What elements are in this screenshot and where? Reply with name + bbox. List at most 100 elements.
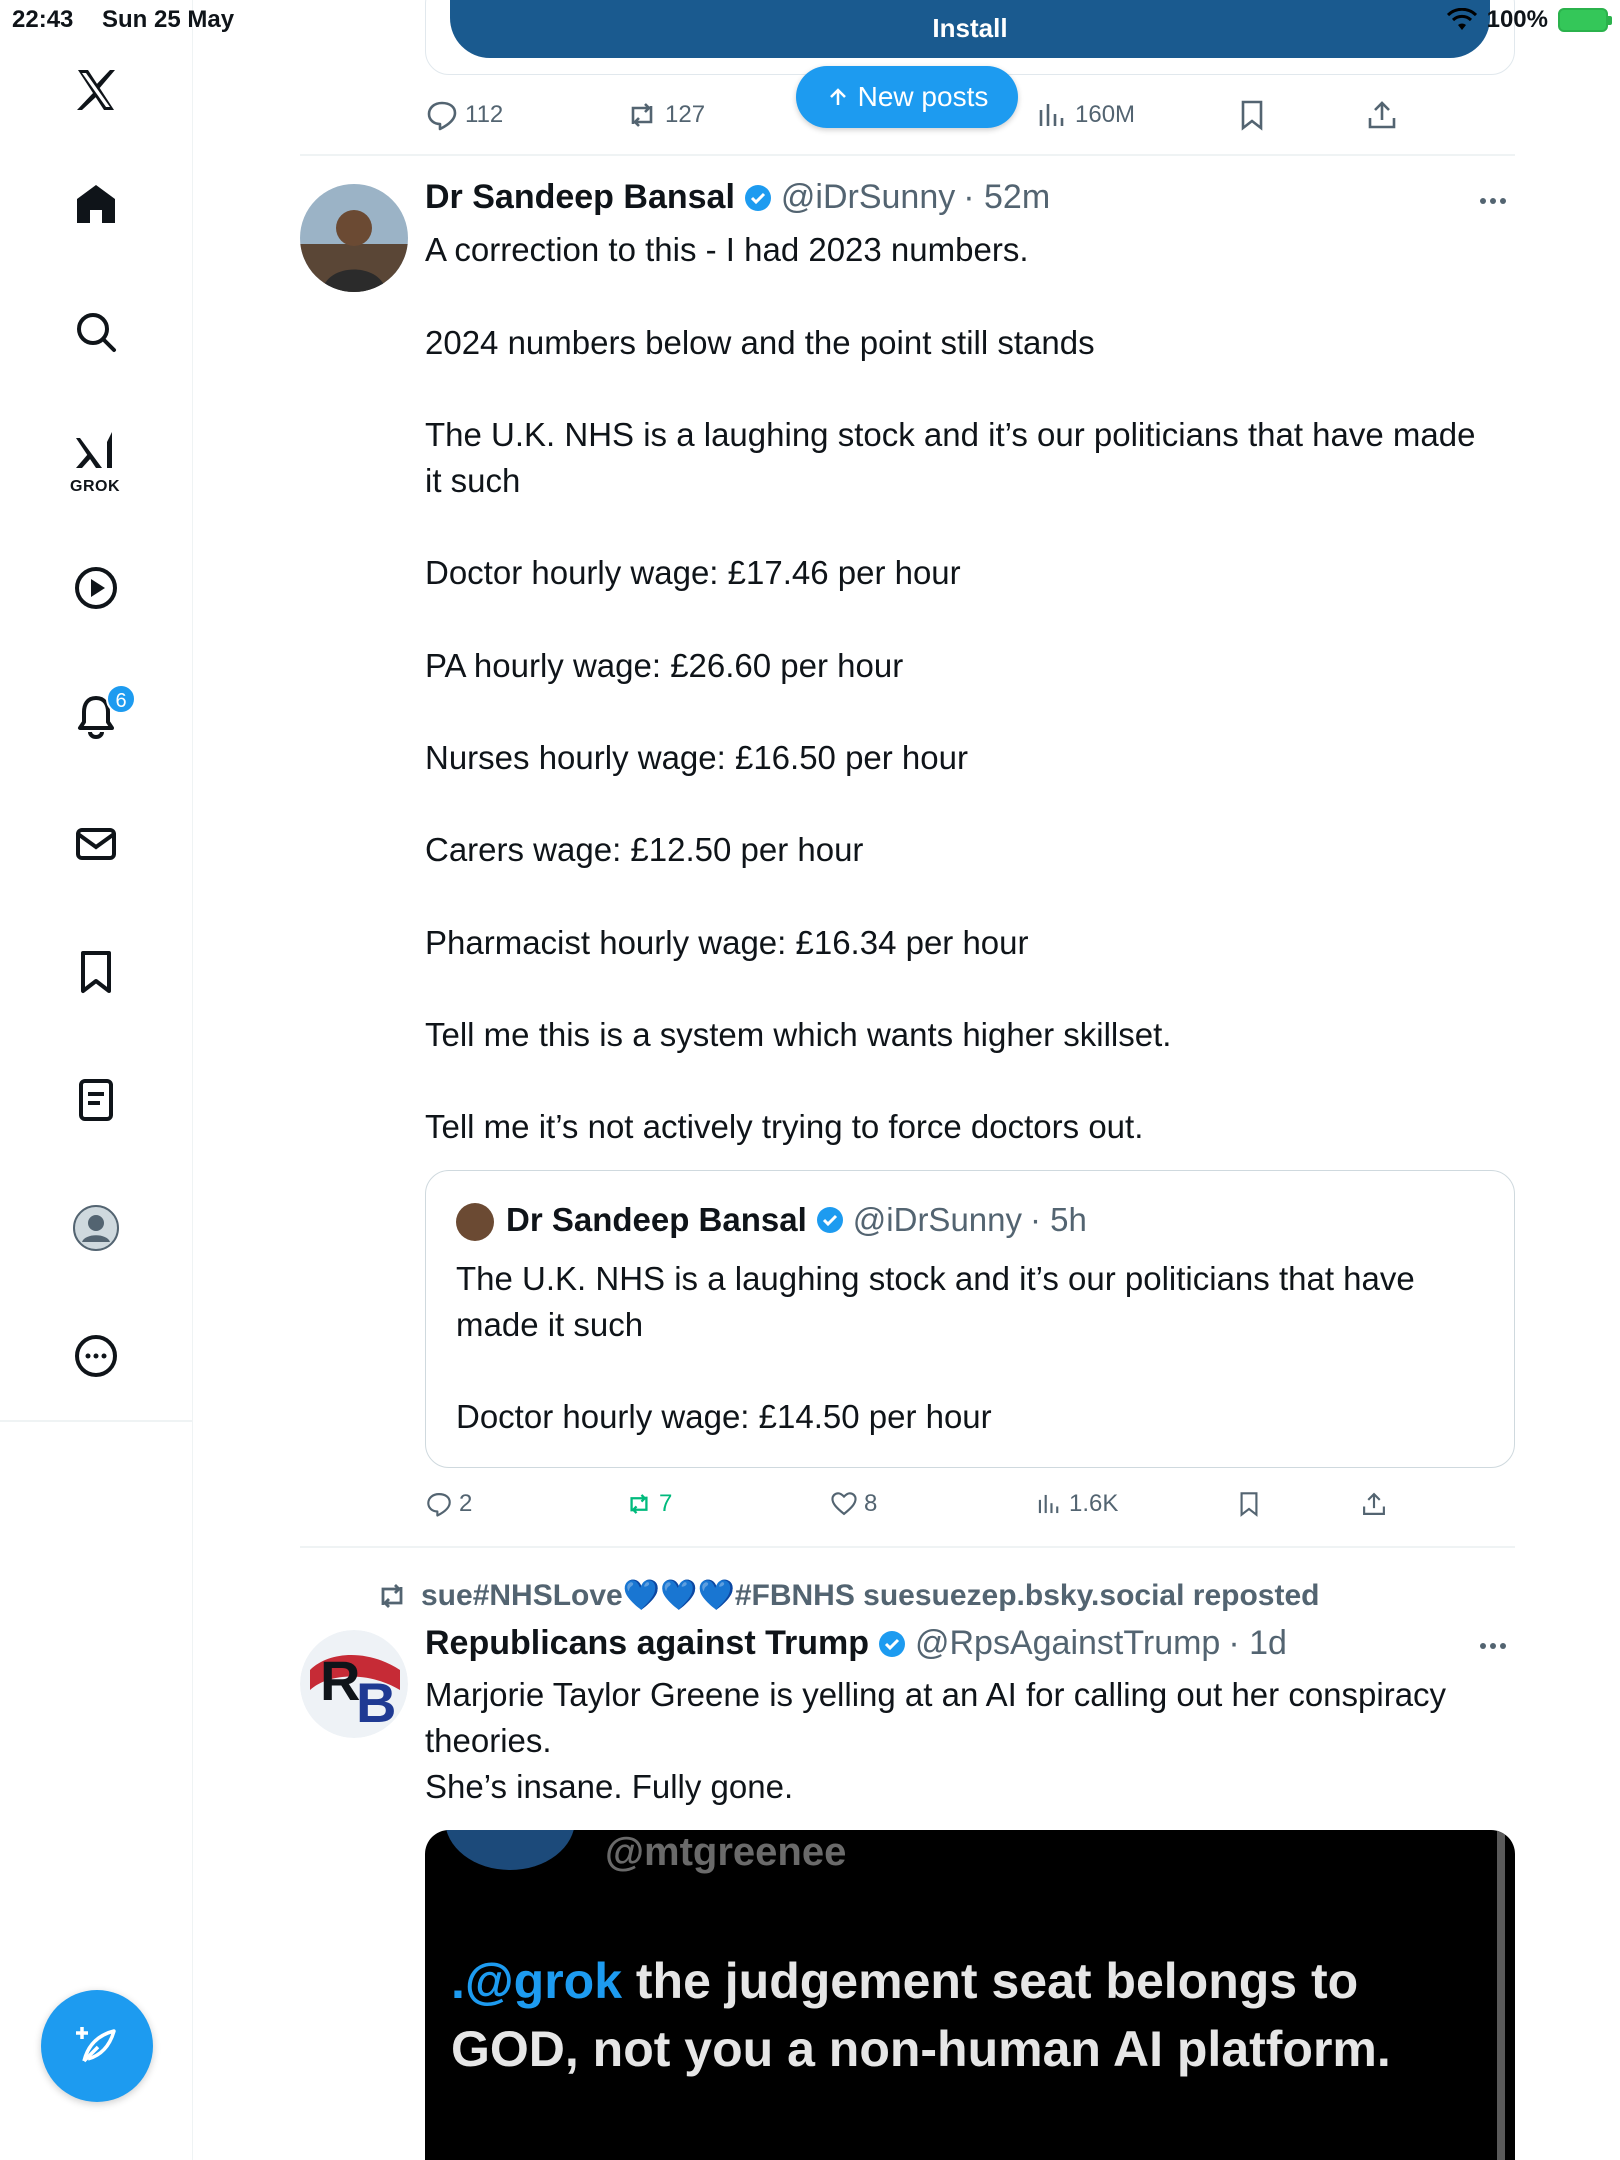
author-handle[interactable]: @iDrSunny [781, 178, 955, 217]
reply-icon [427, 101, 457, 131]
repost-icon [381, 1583, 403, 1608]
tweet-header: Republicans against Trump @RpsAgainstTru… [425, 1624, 1287, 1663]
bookmark-button[interactable] [1235, 1490, 1263, 1518]
post-media[interactable]: @mtgreenee .@grok the judgement seat bel… [425, 1830, 1515, 2160]
verified-icon [744, 184, 771, 211]
post-separator [300, 154, 1515, 156]
tweet-text: theories. [425, 1722, 552, 1759]
grok-mention: .@grok [451, 1953, 622, 2009]
quoted-text: made it such [456, 1306, 644, 1343]
like-button[interactable]: 8 [830, 1490, 877, 1518]
tweet-text: Carers wage: £12.50 per hour [425, 831, 864, 868]
repost-by-suffix: #FBNHS suesuezep.bsky.social reposted [734, 1579, 1320, 1612]
tweet-text: Tell me it’s not actively trying to forc… [425, 1108, 1144, 1145]
media-avatar [445, 1830, 575, 1870]
media-handle: @mtgreenee [605, 1830, 847, 1874]
tweet-header: Dr Sandeep Bansal @iDrSunny · 52m [425, 178, 1050, 217]
bookmark-icon [1240, 1492, 1258, 1517]
status-date: Sun 25 May [102, 6, 235, 33]
tweet-text: Doctor hourly wage: £17.46 per hour [425, 554, 961, 591]
repost-button[interactable]: 127 [625, 98, 705, 132]
more-options-icon[interactable] [1480, 191, 1514, 211]
reply-count: 112 [465, 101, 504, 128]
views-icon [1038, 1494, 1059, 1514]
heart-icon [831, 1492, 857, 1516]
quoted-post[interactable]: Dr Sandeep Bansal @iDrSunny · 5h The U.K… [425, 1170, 1515, 1468]
messages-icon[interactable] [66, 814, 126, 874]
post-separator [300, 1546, 1515, 1548]
quoted-post-time: · 5h [1030, 1201, 1087, 1238]
quoted-text: The U.K. NHS is a laughing stock and it’… [456, 1260, 1415, 1297]
x-logo-icon[interactable] [66, 60, 126, 120]
share-button[interactable] [1360, 1490, 1388, 1518]
sidebar: GROK 6 [0, 0, 193, 2160]
repost-count: 127 [665, 101, 706, 128]
reply-count: 2 [459, 1490, 473, 1517]
bookmarks-icon[interactable] [66, 942, 126, 1002]
media-scrollbar [1497, 1830, 1505, 2160]
tweet-text: Nurses hourly wage: £16.50 per hour [425, 739, 968, 776]
blue-hearts: 💙💙💙 [622, 1579, 735, 1612]
verified-icon [816, 1207, 843, 1233]
tweet-text: it such [425, 462, 521, 499]
tweet-text: Pharmacist hourly wage: £16.34 per hour [425, 924, 1029, 961]
avatar[interactable] [300, 184, 408, 292]
reply-button[interactable]: 112 [425, 98, 503, 132]
lists-icon[interactable] [66, 1070, 126, 1130]
video-icon[interactable] [66, 558, 126, 618]
author-name[interactable]: Republicans against Trump [425, 1624, 869, 1663]
grok-label: GROK [70, 478, 120, 495]
views-count: 160M [1075, 101, 1136, 128]
prev-post-actions: 112 127 160M [425, 98, 1515, 138]
repost-button[interactable]: 7 [625, 1490, 672, 1518]
reply-button[interactable]: 2 [425, 1490, 472, 1518]
quoted-header: Dr Sandeep Bansal @iDrSunny · 5h [506, 1201, 1087, 1239]
tweet-text: 2024 numbers below and the point still s… [425, 324, 1095, 361]
tweet-text: Tell me this is a system which wants hig… [425, 1016, 1172, 1053]
tweet-text: A correction to this - I had 2023 number… [425, 231, 1029, 268]
svg-text:B: B [356, 1671, 396, 1734]
bookmark-button[interactable] [1235, 98, 1269, 132]
tweet-text: She’s insane. Fully gone. [425, 1768, 794, 1805]
wifi-icon [1446, 8, 1477, 30]
repost-count: 7 [659, 1490, 673, 1517]
battery-icon [1558, 8, 1612, 32]
views-count: 1.6K [1069, 1490, 1119, 1517]
svg-text:R: R [320, 1649, 360, 1712]
tweet-actions: 2 7 8 1.6K [425, 1490, 1515, 1530]
sidebar-divider [0, 1420, 193, 1422]
tweet-text: The U.K. NHS is a laughing stock and it’… [425, 416, 1476, 453]
repost-icon [631, 103, 653, 127]
media-caption-rest: the judgement seat belongs to [622, 1953, 1359, 2009]
verified-icon [878, 1630, 905, 1657]
media-caption-line1: .@grok the judgement seat belongs to [451, 1952, 1358, 2010]
author-name[interactable]: Dr Sandeep Bansal [425, 178, 735, 217]
quoted-text: Doctor hourly wage: £14.50 per hour [456, 1398, 992, 1435]
more-icon[interactable] [66, 1326, 126, 1386]
quoted-author-name: Dr Sandeep Bansal [506, 1201, 807, 1238]
like-count: 8 [864, 1490, 878, 1517]
share-button[interactable] [1365, 98, 1399, 132]
repost-context[interactable]: sue#NHSLove💙💙💙#FBNHS suesuezep.bsky.soci… [375, 1578, 1319, 1613]
post-time[interactable]: · 1d [1228, 1624, 1287, 1663]
more-options-icon[interactable] [1480, 1636, 1514, 1656]
home-icon[interactable] [66, 174, 126, 234]
repost-icon [630, 1494, 648, 1514]
grok-icon[interactable] [66, 422, 126, 482]
quoted-avatar [456, 1203, 494, 1241]
avatar[interactable]: RB [300, 1630, 408, 1738]
compose-icon [76, 2027, 116, 2063]
battery-percent: 100% [1486, 6, 1548, 33]
reply-icon [427, 1493, 451, 1517]
author-handle[interactable]: @RpsAgainstTrump [915, 1624, 1220, 1663]
views-icon [1039, 104, 1064, 126]
views-button[interactable]: 1.6K [1035, 1490, 1118, 1518]
post-time[interactable]: · 52m [963, 178, 1050, 217]
repost-by-prefix: sue#NHSLove [421, 1579, 623, 1612]
profile-icon[interactable] [66, 1198, 126, 1258]
share-icon [1368, 101, 1396, 129]
status-right: 100% [1446, 6, 1612, 34]
compose-button[interactable] [41, 1990, 153, 2102]
search-icon[interactable] [66, 302, 126, 362]
views-button[interactable]: 160M [1035, 98, 1135, 132]
